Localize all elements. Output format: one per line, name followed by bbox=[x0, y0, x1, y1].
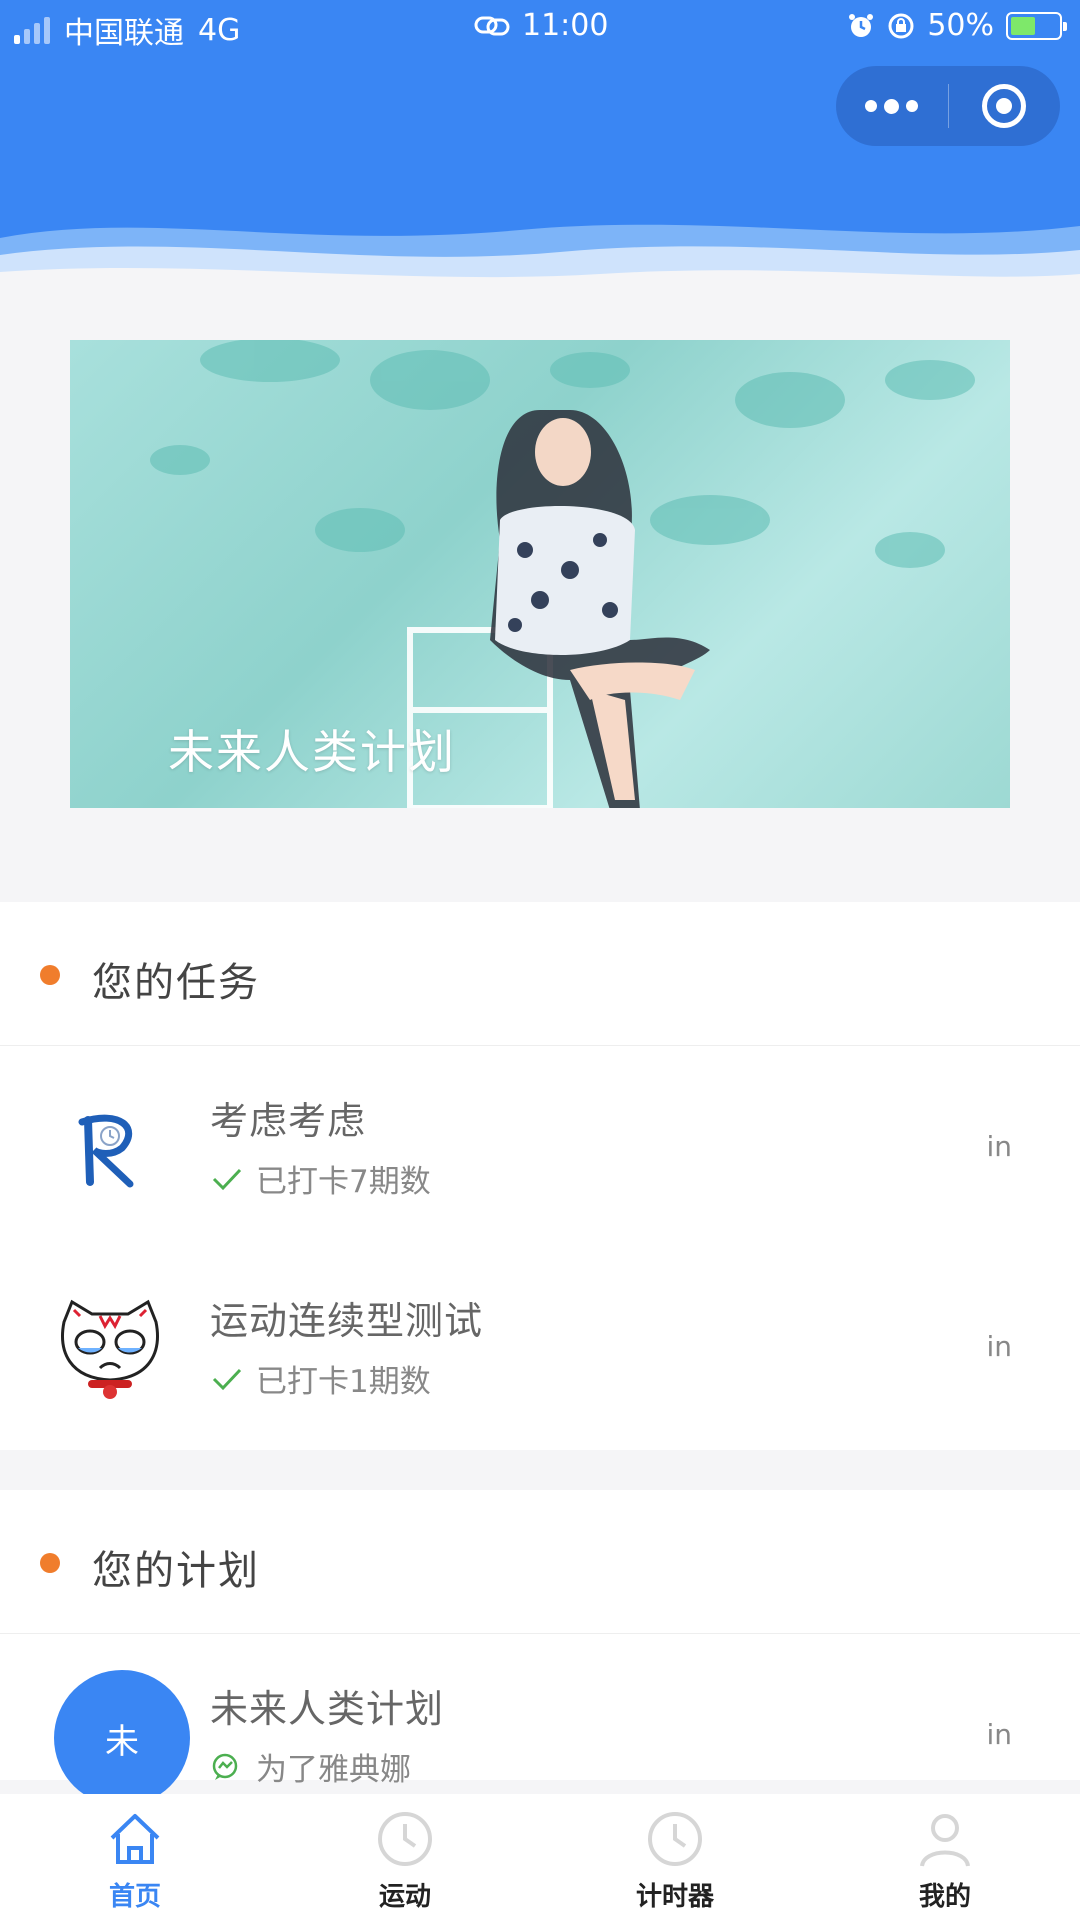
task-more-link[interactable]: in bbox=[986, 1330, 1012, 1363]
task-status: 已打卡7期数 bbox=[256, 1164, 431, 1200]
user-icon bbox=[920, 1814, 970, 1867]
bullet-dot bbox=[40, 1553, 60, 1573]
plans-section: 您的计划 未 未来人类计划 为了雅典娜 in bbox=[0, 1490, 1080, 1806]
cat-avatar-icon bbox=[61, 1299, 159, 1399]
link-icon bbox=[474, 16, 510, 35]
tab-label: 我的 bbox=[918, 1882, 971, 1912]
rotation-lock-icon bbox=[888, 13, 914, 38]
signal-icon bbox=[14, 16, 50, 44]
check-icon bbox=[212, 1168, 242, 1190]
tasks-section: 您的任务 考虑考虑 已打卡7期数 in 运动连续型测试 已打卡1期数 in bbox=[0, 902, 1080, 1450]
alarm-icon bbox=[849, 13, 874, 37]
task-title: 考虑考虑 bbox=[210, 1099, 367, 1143]
section-title: 您的任务 bbox=[92, 960, 260, 1006]
tab-label: 运动 bbox=[378, 1882, 431, 1912]
header: 中国联通 4G 11:00 50% bbox=[0, 0, 1080, 290]
battery-label: 50% bbox=[927, 8, 994, 43]
plans-header: 您的计划 bbox=[0, 1490, 1080, 1634]
network-label: 4G bbox=[198, 12, 241, 48]
tasks-header: 您的任务 bbox=[0, 902, 1080, 1046]
more-menu-button[interactable] bbox=[836, 66, 948, 146]
home-icon bbox=[110, 1814, 160, 1864]
task-title: 运动连续型测试 bbox=[210, 1299, 484, 1343]
plan-avatar: 未 bbox=[54, 1670, 190, 1806]
carrier-label: 中国联通 bbox=[64, 16, 184, 51]
tab-mine[interactable]: 我的 bbox=[810, 1794, 1080, 1920]
section-title: 您的计划 bbox=[92, 1548, 260, 1594]
task-logo-icon bbox=[78, 1114, 134, 1188]
header-wave bbox=[0, 224, 1080, 290]
task-item[interactable]: 运动连续型测试 已打卡1期数 in bbox=[0, 1246, 1080, 1446]
task-status: 已打卡1期数 bbox=[256, 1364, 431, 1400]
miniprogram-capsule bbox=[836, 66, 1060, 146]
banner-caption: 未来人类计划 bbox=[168, 725, 456, 779]
tab-label: 首页 bbox=[108, 1882, 161, 1912]
target-icon bbox=[982, 84, 1027, 128]
tab-timer[interactable]: 计时器 bbox=[540, 1794, 810, 1920]
plan-more-link[interactable]: in bbox=[986, 1718, 1012, 1751]
battery-icon bbox=[1006, 11, 1067, 40]
time-label: 11:00 bbox=[522, 8, 609, 43]
tab-sport[interactable]: 运动 bbox=[270, 1794, 540, 1920]
task-item[interactable]: 考虑考虑 已打卡7期数 in bbox=[0, 1046, 1080, 1246]
plan-subtitle: 为了雅典娜 bbox=[256, 1752, 411, 1788]
tab-bar: 首页 运动 计时器 我的 bbox=[0, 1794, 1080, 1920]
close-miniprogram-button[interactable] bbox=[949, 66, 1061, 146]
clock-icon bbox=[648, 1812, 702, 1866]
check-icon bbox=[212, 1368, 242, 1390]
tab-home[interactable]: 首页 bbox=[0, 1794, 270, 1920]
clock-icon bbox=[378, 1812, 432, 1866]
tab-label: 计时器 bbox=[635, 1882, 714, 1912]
plan-title: 未来人类计划 bbox=[210, 1687, 445, 1731]
status-bar: 中国联通 4G 11:00 50% bbox=[0, 0, 1080, 52]
task-more-link[interactable]: in bbox=[986, 1130, 1012, 1163]
chat-bubble-icon bbox=[212, 1753, 238, 1780]
bullet-dot bbox=[40, 965, 60, 985]
banner-image[interactable]: 未来人类计划 bbox=[70, 340, 1010, 808]
